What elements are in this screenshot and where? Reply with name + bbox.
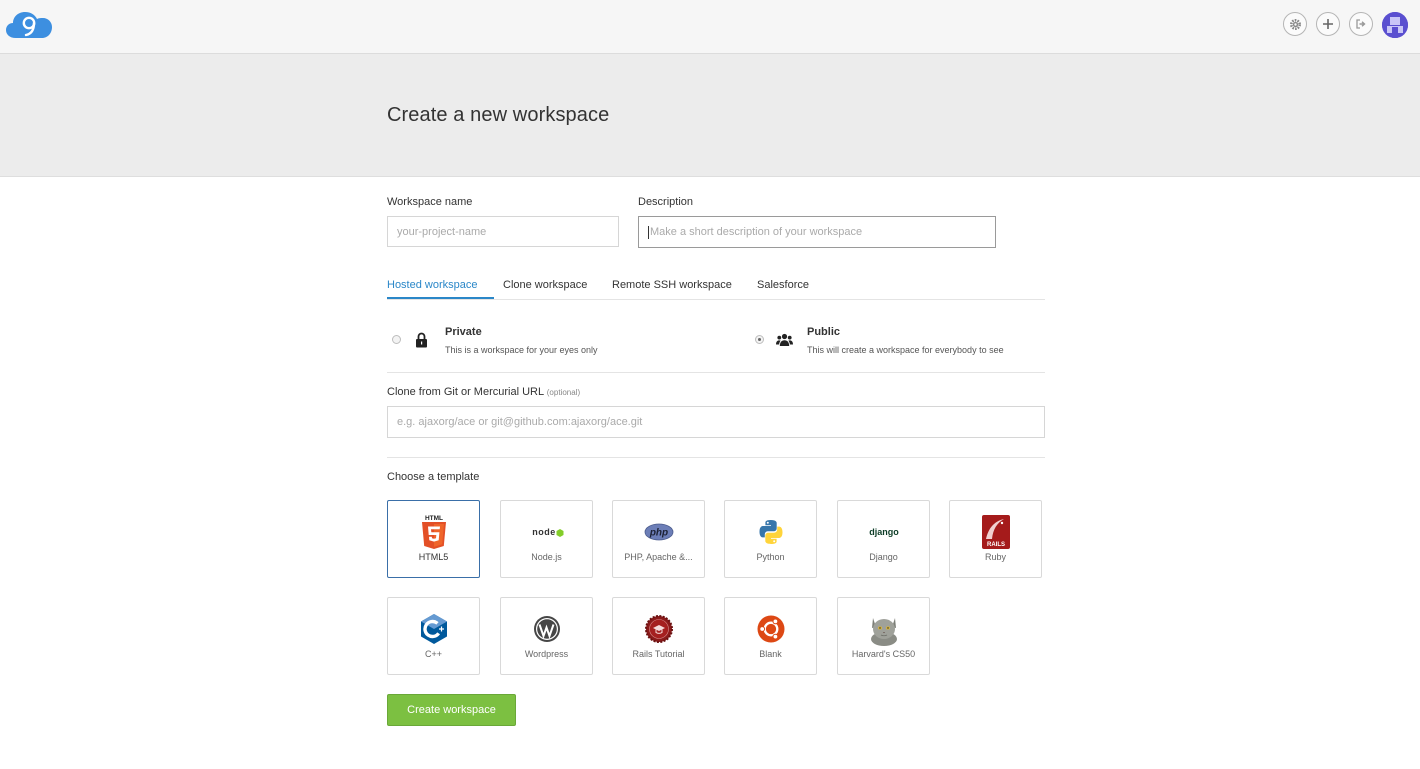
- divider: [387, 372, 1045, 373]
- template-ruby[interactable]: RAILS Ruby: [949, 500, 1042, 578]
- description-label: Description: [638, 196, 694, 208]
- nodejs-icon: node: [532, 527, 563, 537]
- public-description: This will create a workspace for everybo…: [807, 345, 1004, 355]
- template-python[interactable]: Python: [724, 500, 817, 578]
- template-label: Wordpress: [524, 649, 569, 659]
- template-label: Blank: [759, 649, 782, 659]
- clone-url-input[interactable]: e.g. ajaxorg/ace or git@github.com:ajaxo…: [387, 406, 1045, 438]
- template-php[interactable]: php PHP, Apache &...: [612, 500, 705, 578]
- sign-out-icon: [1356, 19, 1366, 29]
- clone-url-placeholder: e.g. ajaxorg/ace or git@github.com:ajaxo…: [397, 416, 643, 428]
- users-icon: [776, 333, 793, 346]
- private-description: This is a workspace for your eyes only: [445, 345, 598, 355]
- private-title: Private: [445, 326, 482, 338]
- template-label: C++: [424, 649, 442, 659]
- template-cpp[interactable]: C++: [387, 597, 480, 675]
- clone-url-label: Clone from Git or Mercurial URL (optiona…: [387, 386, 580, 398]
- template-nodejs[interactable]: node Node.js: [500, 500, 593, 578]
- lock-icon: [416, 332, 427, 348]
- template-harvard-cs50[interactable]: Harvard's CS50: [837, 597, 930, 675]
- ubuntu-icon: [757, 615, 784, 643]
- description-input[interactable]: Make a short description of your workspa…: [638, 216, 996, 248]
- wordpress-icon: [533, 616, 560, 642]
- cs50-cat-icon: [870, 618, 897, 646]
- gear-icon: [1289, 18, 1301, 30]
- cloud9-logo-icon[interactable]: [6, 11, 52, 39]
- choose-template-label: Choose a template: [387, 471, 480, 483]
- php-icon: php: [644, 523, 673, 541]
- plus-icon: [1323, 19, 1333, 29]
- public-radio[interactable]: [755, 335, 764, 344]
- page-title: Create a new workspace: [387, 104, 610, 126]
- private-radio[interactable]: [392, 335, 401, 344]
- tab-salesforce[interactable]: Salesforce: [757, 279, 809, 291]
- logout-button[interactable]: [1349, 12, 1373, 36]
- rails-wordmark: RAILS: [987, 542, 1005, 548]
- python-icon: [759, 520, 782, 544]
- tab-clone-workspace[interactable]: Clone workspace: [503, 279, 587, 291]
- template-label: Harvard's CS50: [851, 649, 916, 659]
- template-label: Rails Tutorial: [632, 649, 685, 659]
- html5-icon: HTML: [421, 515, 446, 549]
- php-wordmark: php: [648, 528, 667, 539]
- html5-wordmark: HTML: [424, 515, 442, 522]
- django-wordmark: django: [869, 527, 899, 537]
- divider: [387, 457, 1045, 458]
- description-placeholder: Make a short description of your workspa…: [650, 226, 863, 238]
- rails-icon: RAILS: [981, 515, 1010, 549]
- top-bar: [0, 0, 1420, 54]
- settings-button[interactable]: [1283, 12, 1307, 36]
- workspace-name-label: Workspace name: [387, 196, 473, 208]
- cpp-icon: [420, 614, 447, 644]
- template-label: PHP, Apache &...: [624, 552, 693, 562]
- template-wordpress[interactable]: Wordpress: [500, 597, 593, 675]
- template-label: Ruby: [984, 552, 1006, 562]
- django-icon: django: [869, 527, 899, 537]
- user-avatar-icon[interactable]: [1382, 12, 1408, 38]
- workspace-name-input[interactable]: your-project-name: [387, 216, 619, 247]
- public-title: Public: [807, 326, 841, 338]
- clone-url-label-text: Clone from Git or Mercurial URL: [387, 386, 544, 398]
- template-rails-tutorial[interactable]: Rails Tutorial: [612, 597, 705, 675]
- tab-hosted-workspace[interactable]: Hosted workspace: [387, 279, 478, 291]
- template-label: HTML5: [418, 552, 449, 562]
- template-blank[interactable]: Blank: [724, 597, 817, 675]
- create-workspace-button[interactable]: Create workspace: [387, 694, 516, 726]
- page-header: Create a new workspace: [0, 54, 1420, 177]
- text-caret: [648, 225, 649, 239]
- template-label: Node.js: [531, 552, 562, 562]
- workspace-name-placeholder: your-project-name: [397, 225, 487, 238]
- nodejs-wordmark: node: [532, 527, 556, 537]
- template-label: Django: [869, 552, 898, 562]
- optional-hint: (optional): [546, 388, 581, 397]
- rails-tutorial-icon: [644, 615, 673, 643]
- tab-remote-ssh-workspace[interactable]: Remote SSH workspace: [612, 279, 732, 291]
- workspace-type-tabs: Hosted workspace Clone workspace Remote …: [387, 278, 1045, 300]
- template-django[interactable]: django Django: [837, 500, 930, 578]
- active-tab-indicator: [387, 297, 494, 299]
- template-label: Python: [756, 552, 785, 562]
- template-html5[interactable]: HTML HTML5: [387, 500, 480, 578]
- new-button[interactable]: [1316, 12, 1340, 36]
